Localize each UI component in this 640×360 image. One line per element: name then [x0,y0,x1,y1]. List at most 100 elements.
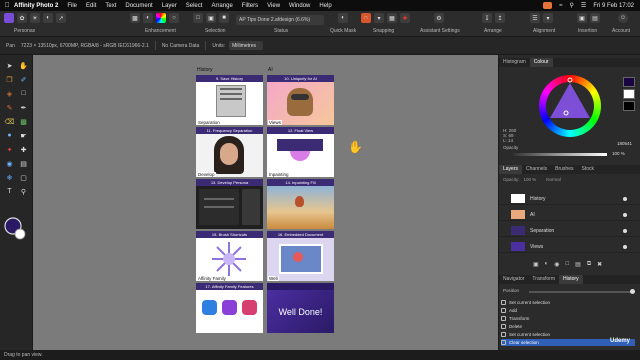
view-tool-icon[interactable]: ✋ [18,60,29,71]
menu-text[interactable]: Text [105,3,116,9]
history-entry[interactable]: Transform [501,315,635,322]
history-entry[interactable]: Set current selection [501,299,635,306]
auto-colour-icon[interactable] [156,13,166,23]
liquify-persona-icon[interactable]: ✿ [17,13,27,23]
tone-mapping-persona-icon[interactable]: ◐ [43,13,53,23]
artboard-affinity-family-features[interactable]: 17. Affinity Family Features [196,283,263,333]
marquee-tool-icon[interactable]: □ [18,88,29,99]
menu-layer[interactable]: Layer [162,3,177,9]
units-select[interactable]: Millimetres [229,41,264,50]
develop-persona-icon[interactable]: ☀ [30,13,40,23]
export-persona-icon[interactable]: ↗ [56,13,66,23]
gradient-tool-icon[interactable]: ▤ [18,158,29,169]
menu-filters[interactable]: Filters [242,3,258,9]
layer-row[interactable]: Views [499,241,640,253]
layer-opacity-value[interactable]: 100 % [524,177,537,182]
colour-wheel[interactable] [539,75,601,137]
tab-channels[interactable]: Channels [522,165,551,174]
layer-visibility-toggle[interactable] [623,196,627,201]
layer-row[interactable]: History [499,193,640,205]
account-icon[interactable]: ☺ [618,13,628,23]
move-tool-icon[interactable]: ➤ [4,60,15,71]
colour-hex-value[interactable]: 180541 [617,141,632,146]
artboard-embedded-document[interactable]: 16. Embedded Document Well [267,231,334,281]
history-entry[interactable]: Add [501,307,635,314]
tab-navigator[interactable]: Navigator [499,275,528,284]
paint-brush-icon[interactable]: ✎ [4,102,15,113]
dodge-brush-icon[interactable]: ● [4,130,15,141]
select-all-icon[interactable]: □ [193,13,203,23]
control-center-icon[interactable]: ☰ [581,2,586,9]
artboard-brush-shortcuts[interactable]: 15. Brush Shortcuts Affinity Family [196,231,263,281]
opacity-slider[interactable] [513,153,607,156]
align-icon[interactable]: ☰ [530,13,540,23]
artboard-save-history[interactable]: 9. Save History Separation [196,75,263,125]
layer-visibility-toggle[interactable] [623,228,627,233]
document-status[interactable]: AP Tips Done 2.afdesign (6.6%) [236,15,324,25]
tab-stock[interactable]: Stock [578,165,599,174]
search-icon[interactable]: ⚲ [570,2,574,9]
live-filter-icon[interactable]: ◉ [554,261,559,268]
artboard-frequency-separation[interactable]: 11. Frequency Separation Develop [196,127,263,177]
delete-layer-icon[interactable]: ✖ [597,261,602,268]
app-status-icon[interactable] [543,2,553,9]
clone-brush-icon[interactable]: ✦ [4,144,15,155]
blemish-tool-icon[interactable]: ✚ [18,144,29,155]
menu-edit[interactable]: Edit [86,3,96,9]
menu-arrange[interactable]: Arrange [211,3,232,9]
pen-tool-icon[interactable]: ✒ [18,102,29,113]
crop-tool-icon[interactable]: ❒ [4,74,15,85]
layer-row[interactable]: AI [499,209,640,221]
apple-icon[interactable]:  [0,2,14,9]
layer-mask-icon[interactable]: ▣ [533,261,539,268]
insert-behind-icon[interactable]: ▤ [590,13,600,23]
history-entry[interactable]: Delete [501,323,635,330]
tab-history[interactable]: History [559,275,583,284]
smudge-brush-icon[interactable]: ☛ [18,130,29,141]
document-canvas[interactable]: History AI 9. Save History Separation 10… [33,55,498,350]
zoom-tool-icon[interactable]: ⚲ [18,186,29,197]
tab-histogram[interactable]: Histogram [499,58,530,67]
assistant-icon[interactable]: ⚙ [434,13,444,23]
artboard-float-view[interactable]: 12. Float View Inpainting [267,127,334,177]
snapping-options-icon[interactable]: ▾ [374,13,384,23]
adjustment-icon[interactable]: ◐ [545,261,549,268]
artboard-develop-persona[interactable]: 13. Develop Persona [196,179,263,229]
flood-select-icon[interactable]: ◈ [4,88,15,99]
wifi-icon[interactable]: ≈ [559,3,562,9]
menu-help[interactable]: Help [319,3,331,9]
arrange-back-icon[interactable]: ↧ [482,13,492,23]
colour-wells[interactable] [4,216,28,242]
tab-brushes[interactable]: Brushes [551,165,577,174]
selection-brush-icon[interactable]: ✐ [18,74,29,85]
snap-grid-icon[interactable]: ▦ [387,13,397,23]
color-picker-icon[interactable]: ❄ [4,172,15,183]
red-eye-tool-icon[interactable]: ◉ [4,158,15,169]
arrange-forward-icon[interactable]: ↥ [495,13,505,23]
menu-window[interactable]: Window [289,3,310,9]
history-position-slider[interactable] [529,289,635,294]
deselect-icon[interactable]: ▣ [206,13,216,23]
auto-contrast-icon[interactable]: ◐ [143,13,153,23]
menu-view[interactable]: View [267,3,280,9]
layer-visibility-toggle[interactable] [623,244,627,249]
fill-tool-icon[interactable]: ▩ [18,116,29,127]
menu-app-name[interactable]: Affinity Photo 2 [14,3,58,9]
align-options-icon[interactable]: ▾ [543,13,553,23]
menu-document[interactable]: Document [125,3,152,9]
group-layers-icon[interactable]: ▤ [575,261,581,268]
menu-select[interactable]: Select [186,3,203,9]
colour-swatches[interactable] [623,77,635,113]
invert-selection-icon[interactable]: ■ [219,13,229,23]
menu-file[interactable]: File [67,3,77,9]
artboard-well-done[interactable]: Well Done! [267,283,334,333]
tab-transform[interactable]: Transform [528,275,559,284]
artboard-uniquely-for-ai[interactable]: 10. Uniquely for AI Views [267,75,334,125]
auto-white-balance-icon[interactable]: ○ [169,13,179,23]
photo-persona-icon[interactable] [4,13,14,23]
history-entry[interactable]: Set current selection [501,331,635,338]
opacity-value[interactable]: 100 % [612,151,625,156]
duplicate-layer-icon[interactable]: ⧉ [587,261,591,268]
snap-guides-icon[interactable]: ✚ [400,13,410,23]
insert-inside-icon[interactable]: ▣ [577,13,587,23]
